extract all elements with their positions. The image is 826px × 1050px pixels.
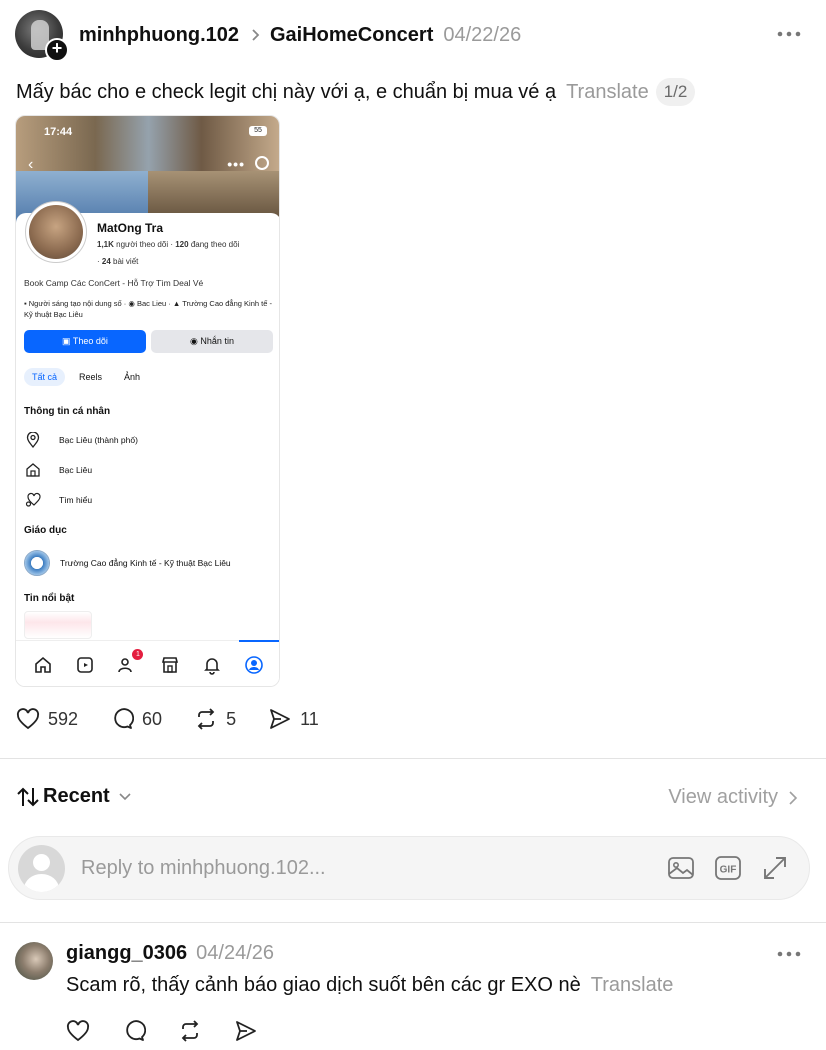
expand-icon[interactable] [761,854,789,882]
bell-icon [203,657,220,675]
more-options-icon[interactable] [777,944,801,964]
repost-count: 5 [226,708,237,729]
back-icon: ‹ [28,156,34,173]
message-button: ◉ Nhắn tin [151,330,273,353]
comment-actions [66,1019,258,1043]
marketplace-icon [161,656,178,673]
post-date: 04/22/26 [443,23,522,46]
reply-tools: GIF [667,854,789,882]
gif-icon[interactable]: GIF [714,854,742,882]
ellipsis-icon: ••• [227,156,245,172]
sort-icon [17,787,39,806]
repost-button[interactable]: 5 [194,707,236,731]
home-icon [24,461,42,479]
heart-icon[interactable] [66,1019,90,1043]
comment-button[interactable]: 60 [110,707,162,731]
post-actions: 592 60 5 11 [16,707,351,731]
comment-icon [114,708,135,729]
home-icon [35,656,51,673]
user-avatar [18,845,65,892]
location-pin-icon: ◉ [128,299,135,308]
chevron-right-icon [252,29,260,41]
heart-icon [16,708,40,730]
reply-box[interactable]: Reply to minhphuong.102... GIF [8,836,810,900]
tab-reels: Reels [79,372,103,382]
view-activity-link[interactable]: View activity [668,786,798,809]
post-image[interactable]: 17:44 55 ‹ ••• MatOng Tra 1,1K người the… [15,115,280,687]
profile-icon [245,655,263,674]
battery-icon: 55 [249,126,267,136]
highlights-title: Tin nổi bật [24,593,75,604]
highlight-thumbnail [24,611,92,639]
profile-name: MatOng Tra [97,221,164,235]
follow-plus-icon[interactable]: + [45,38,69,62]
tab-photos: Ảnh [124,372,141,382]
like-button[interactable]: 592 [16,707,78,731]
profile-tabs: Tất cả Reels Ảnh [24,368,154,386]
sort-dropdown[interactable]: Recent [16,785,132,808]
follow-button: ▣ Theo dõi [24,330,146,353]
comment-date: 04/24/26 [196,942,275,964]
search-icon [255,156,269,170]
post-header: minhphuong.102 GaiHomeConcert 04/22/26 [79,22,521,48]
comment-count: 60 [142,708,163,729]
messenger-icon: ◉ [190,336,198,346]
comment-header: giangg_0306 04/24/26 [66,942,274,965]
section-divider [0,922,826,923]
education-school: Trường Cao đẳng Kinh tế - Kỹ thuật Bạc L… [24,550,231,576]
location-pin-icon [24,431,42,449]
image-pager: 1/2 [655,78,696,106]
comment-body: Scam rõ, thấy cảnh báo giao dịch suốt bê… [66,974,673,997]
school-logo-icon [24,550,50,576]
commenter-username[interactable]: giangg_0306 [66,942,187,965]
profile-avatar [25,201,87,263]
comment-text: Scam rõ, thấy cảnh báo giao dịch suốt bê… [66,974,581,996]
send-icon[interactable] [234,1019,258,1043]
video-icon [77,656,94,673]
info-relationship: Tìm hiểu [24,491,92,509]
chevron-right-icon [789,790,798,805]
info-home: Bạc Liêu [24,461,92,479]
heart-icon [24,491,42,509]
sort-label: Recent [43,785,110,807]
notification-badge: 1 [132,648,144,660]
chevron-down-icon [119,792,131,800]
graduation-cap-icon: ▲ [172,299,181,308]
image-icon[interactable] [667,854,695,882]
education-title: Giáo dục [24,525,67,536]
personal-info-title: Thông tin cá nhân [24,406,111,417]
reply-input[interactable]: Reply to minhphuong.102... [81,857,326,880]
post-body: Mấy bác cho e check legit chị này với ạ,… [16,78,696,106]
section-divider [0,758,826,759]
profile-bio: Book Camp Các ConCert - Hỗ Trợ Tìm Deal … [24,278,204,288]
repost-icon[interactable] [178,1019,202,1043]
info-city: Bạc Liêu (thành phố) [24,431,138,449]
more-options-icon[interactable] [777,24,801,44]
profile-follow-stats: 1,1K người theo dõi · 120 đang theo dõi [97,240,240,249]
view-activity-label: View activity [668,786,778,808]
profile-meta: ▪ Người sáng tạo nội dung số · ◉ Bac Lie… [24,299,272,319]
profile-post-count: · 24 bài viết [97,257,139,266]
status-time: 17:44 [44,126,73,138]
author-username[interactable]: minhphuong.102 [79,24,239,47]
bottom-nav: 1 [16,640,279,686]
friends-icon: 1 [117,648,144,675]
commenter-avatar[interactable] [15,942,53,980]
author-avatar[interactable]: + [15,10,69,62]
tab-all: Tất cả [24,368,66,386]
translate-link[interactable]: Translate [566,81,649,104]
community-name[interactable]: GaiHomeConcert [270,24,433,47]
share-button[interactable]: 11 [268,707,319,731]
comment-icon[interactable] [122,1019,146,1043]
profile-card: MatOng Tra 1,1K người theo dõi · 120 đan… [16,201,279,686]
share-count: 11 [300,708,319,729]
creator-icon: ▪ [24,299,27,308]
post-text: Mấy bác cho e check legit chị này với ạ,… [16,80,557,103]
follow-icon: ▣ [62,336,71,346]
send-icon [270,709,290,729]
like-count: 592 [48,708,79,729]
svg-text:GIF: GIF [720,865,737,876]
repost-icon [197,708,215,730]
translate-link[interactable]: Translate [591,974,674,997]
